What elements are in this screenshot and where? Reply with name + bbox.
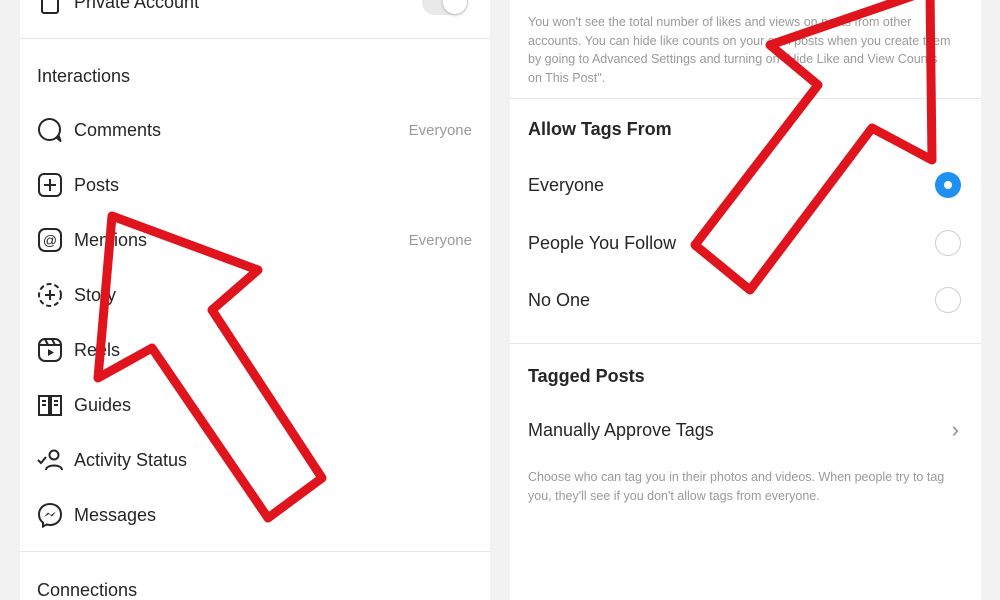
radio-button[interactable] bbox=[935, 230, 961, 256]
menu-item-label: Messages bbox=[74, 504, 157, 525]
menu-item-value: Everyone bbox=[408, 121, 472, 139]
tags-settings-panel: You won't see the total number of likes … bbox=[510, 0, 981, 600]
menu-item-mentions[interactable]: @ Mentions Everyone bbox=[20, 220, 490, 260]
option-people-you-follow[interactable]: People You Follow bbox=[510, 223, 981, 263]
like-counts-note: You won't see the total number of likes … bbox=[528, 15, 951, 85]
divider bbox=[20, 38, 490, 39]
manually-approve-label: Manually Approve Tags bbox=[528, 419, 714, 440]
divider bbox=[510, 98, 981, 99]
privacy-settings-panel: Private Account Interactions Comments Ev… bbox=[20, 0, 490, 600]
private-account-label: Private Account bbox=[74, 0, 200, 12]
menu-item-reels[interactable]: Reels bbox=[20, 330, 490, 370]
interactions-section-title: Interactions bbox=[37, 66, 131, 86]
at-sign-icon: @ bbox=[37, 227, 63, 253]
menu-item-label: Activity Status bbox=[74, 449, 188, 470]
menu-item-guides[interactable]: Guides bbox=[20, 385, 490, 425]
option-label: No One bbox=[528, 289, 591, 310]
radio-button-selected[interactable] bbox=[935, 172, 961, 198]
option-everyone[interactable]: Everyone bbox=[510, 165, 981, 205]
divider bbox=[20, 551, 490, 552]
connections-section-title: Connections bbox=[37, 580, 138, 600]
menu-item-label: Comments bbox=[74, 119, 162, 140]
menu-item-label: Story bbox=[74, 284, 117, 305]
chevron-right-icon: › bbox=[951, 417, 959, 442]
plus-square-icon bbox=[37, 172, 63, 198]
menu-item-activity-status[interactable]: Activity Status bbox=[20, 440, 490, 480]
menu-item-comments[interactable]: Comments Everyone bbox=[20, 110, 490, 150]
messenger-icon bbox=[37, 502, 63, 528]
comment-icon bbox=[37, 117, 63, 143]
menu-item-label: Posts bbox=[74, 174, 120, 195]
menu-item-story[interactable]: Story bbox=[20, 275, 490, 315]
menu-item-posts[interactable]: Posts bbox=[20, 165, 490, 205]
option-label: Everyone bbox=[528, 174, 605, 195]
menu-item-label: Reels bbox=[74, 339, 121, 360]
story-add-icon bbox=[37, 282, 63, 308]
manually-approve-tags-row[interactable]: Manually Approve Tags › bbox=[510, 410, 981, 450]
reels-icon bbox=[37, 337, 63, 363]
menu-item-label: Guides bbox=[74, 394, 132, 415]
divider bbox=[510, 343, 981, 344]
private-account-row[interactable]: Private Account bbox=[20, 0, 490, 22]
private-account-toggle[interactable] bbox=[422, 0, 468, 15]
allow-tags-title: Allow Tags From bbox=[528, 119, 672, 139]
option-no-one[interactable]: No One bbox=[510, 280, 981, 320]
radio-button[interactable] bbox=[935, 287, 961, 313]
option-label: People You Follow bbox=[528, 232, 677, 253]
menu-item-messages[interactable]: Messages bbox=[20, 495, 490, 535]
lock-icon bbox=[37, 0, 63, 15]
menu-item-label: Mentions bbox=[74, 229, 148, 250]
activity-status-icon bbox=[37, 447, 63, 473]
guides-icon bbox=[37, 392, 63, 418]
menu-item-value: Everyone bbox=[408, 231, 472, 249]
tagged-posts-title: Tagged Posts bbox=[528, 366, 645, 386]
tags-note: Choose who can tag you in their photos a… bbox=[528, 470, 945, 503]
svg-text:@: @ bbox=[43, 232, 57, 248]
